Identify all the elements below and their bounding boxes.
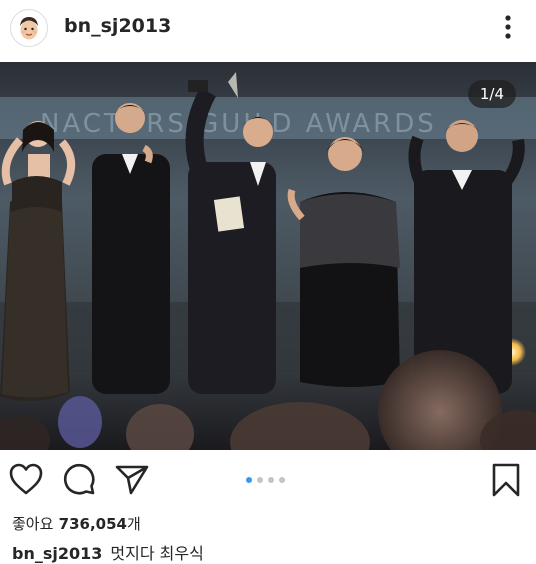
carousel-dot bbox=[279, 477, 285, 483]
comment-icon[interactable] bbox=[62, 462, 96, 496]
send-icon[interactable] bbox=[114, 462, 150, 496]
likes-summary[interactable]: 좋아요 736,054개 bbox=[12, 513, 141, 534]
avatar[interactable] bbox=[10, 9, 48, 47]
likes-count: 736,054 bbox=[58, 515, 127, 533]
post-header: bn_sj2013 bbox=[0, 0, 536, 56]
carousel-dot bbox=[268, 477, 274, 483]
heart-icon[interactable] bbox=[8, 462, 44, 496]
image-counter: 1/4 bbox=[467, 80, 516, 108]
likes-suffix: 개 bbox=[126, 515, 141, 533]
post-caption: bn_sj2013 멋지다 최우식 bbox=[12, 540, 204, 564]
post-image[interactable]: NACTORS GUILD AWARDS 1/4 bbox=[0, 62, 536, 450]
carousel-dot-active bbox=[246, 477, 252, 483]
carousel-dot bbox=[257, 477, 263, 483]
svg-text:NACTORS GUILD AWARDS: NACTORS GUILD AWARDS bbox=[40, 109, 437, 139]
avatar-face-icon bbox=[11, 10, 47, 46]
caption-username[interactable]: bn_sj2013 bbox=[12, 544, 102, 563]
post-username[interactable]: bn_sj2013 bbox=[64, 15, 171, 37]
award-stage-photo: NACTORS GUILD AWARDS bbox=[0, 62, 536, 450]
more-vertical-icon[interactable] bbox=[496, 12, 520, 42]
bookmark-icon[interactable] bbox=[490, 462, 522, 498]
likes-label: 좋아요 bbox=[12, 515, 54, 533]
caption-text: 멋지다 최우식 bbox=[110, 544, 204, 563]
